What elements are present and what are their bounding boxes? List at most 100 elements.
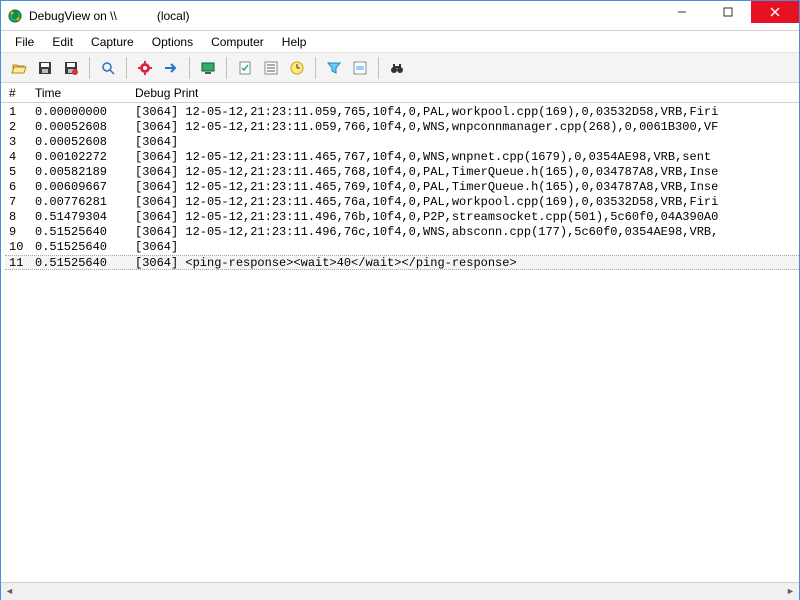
toolbar bbox=[1, 53, 799, 83]
row-time: 0.00102272 bbox=[35, 150, 135, 165]
row-debug: [3064] <ping-response><wait>40</wait></p… bbox=[135, 256, 799, 269]
scroll-left-button[interactable]: ◄ bbox=[1, 583, 18, 600]
row-debug: [3064] 12-05-12,21:23:11.496,76c,10f4,0,… bbox=[135, 225, 799, 240]
row-time: 0.51479304 bbox=[35, 210, 135, 225]
row-time: 0.00052608 bbox=[35, 120, 135, 135]
row-number: 9 bbox=[5, 225, 35, 240]
column-header-debug[interactable]: Debug Print bbox=[135, 86, 799, 100]
row-number: 7 bbox=[5, 195, 35, 210]
row-time: 0.51525640 bbox=[35, 240, 135, 255]
row-time: 0.00609667 bbox=[35, 180, 135, 195]
row-debug: [3064] 12-05-12,21:23:11.465,767,10f4,0,… bbox=[135, 150, 799, 165]
toolbar-separator bbox=[378, 57, 379, 79]
list-icon bbox=[263, 60, 279, 76]
funnel-icon bbox=[326, 60, 342, 76]
column-header-number[interactable]: # bbox=[5, 86, 35, 100]
maximize-button[interactable] bbox=[705, 1, 751, 23]
computer-icon bbox=[200, 60, 216, 76]
table-row[interactable]: 30.00052608[3064] bbox=[5, 135, 799, 150]
table-row[interactable]: 70.00776281[3064] 12-05-12,21:23:11.465,… bbox=[5, 195, 799, 210]
title-bar: DebugView on \\ (local) bbox=[1, 1, 799, 31]
table-row[interactable]: 80.51479304[3064] 12-05-12,21:23:11.496,… bbox=[5, 210, 799, 225]
capture-kernel-button[interactable] bbox=[133, 56, 157, 80]
row-number: 5 bbox=[5, 165, 35, 180]
row-debug: [3064] 12-05-12,21:23:11.465,76a,10f4,0,… bbox=[135, 195, 799, 210]
row-number: 3 bbox=[5, 135, 35, 150]
passthrough-button[interactable] bbox=[159, 56, 183, 80]
scroll-right-button[interactable]: ► bbox=[782, 583, 799, 600]
row-debug: [3064] 12-05-12,21:23:11.465,768,10f4,0,… bbox=[135, 165, 799, 180]
row-debug: [3064] bbox=[135, 240, 799, 255]
table-row[interactable]: 50.00582189[3064] 12-05-12,21:23:11.465,… bbox=[5, 165, 799, 180]
menu-capture[interactable]: Capture bbox=[83, 33, 142, 51]
filter-button[interactable] bbox=[322, 56, 346, 80]
table-row[interactable]: 100.51525640[3064] bbox=[5, 240, 799, 255]
row-time: 0.00582189 bbox=[35, 165, 135, 180]
column-header-time[interactable]: Time bbox=[35, 86, 135, 100]
toolbar-separator bbox=[89, 57, 90, 79]
table-row[interactable]: 20.00052608[3064] 12-05-12,21:23:11.059,… bbox=[5, 120, 799, 135]
row-debug: [3064] 12-05-12,21:23:11.059,766,10f4,0,… bbox=[135, 120, 799, 135]
row-number: 2 bbox=[5, 120, 35, 135]
table-row[interactable]: 10.00000000[3064] 12-05-12,21:23:11.059,… bbox=[5, 105, 799, 120]
log-list[interactable]: 10.00000000[3064] 12-05-12,21:23:11.059,… bbox=[1, 103, 799, 582]
binoculars-icon bbox=[389, 60, 405, 76]
time-button[interactable] bbox=[285, 56, 309, 80]
row-time: 0.00052608 bbox=[35, 135, 135, 150]
menu-edit[interactable]: Edit bbox=[44, 33, 81, 51]
capture-win32-button[interactable] bbox=[96, 56, 120, 80]
toolbar-separator bbox=[189, 57, 190, 79]
menu-file[interactable]: File bbox=[7, 33, 42, 51]
open-button[interactable] bbox=[7, 56, 31, 80]
window-title-prefix: DebugView on \\ bbox=[29, 9, 117, 23]
row-debug: [3064] 12-05-12,21:23:11.496,76b,10f4,0,… bbox=[135, 210, 799, 225]
arrow-right-icon bbox=[163, 60, 179, 76]
menu-options[interactable]: Options bbox=[144, 33, 201, 51]
row-number: 8 bbox=[5, 210, 35, 225]
highlight-icon bbox=[352, 60, 368, 76]
table-row[interactable]: 90.51525640[3064] 12-05-12,21:23:11.496,… bbox=[5, 225, 799, 240]
floppy-icon bbox=[37, 60, 53, 76]
save-button[interactable] bbox=[33, 56, 57, 80]
clear-button[interactable] bbox=[233, 56, 257, 80]
minimize-button[interactable] bbox=[659, 1, 705, 23]
list-header: # Time Debug Print bbox=[1, 83, 799, 103]
table-row[interactable]: 110.51525640[3064] <ping-response><wait>… bbox=[5, 255, 799, 270]
row-debug: [3064] bbox=[135, 135, 799, 150]
table-row[interactable]: 60.00609667[3064] 12-05-12,21:23:11.465,… bbox=[5, 180, 799, 195]
toolbar-separator bbox=[126, 57, 127, 79]
table-row[interactable]: 40.00102272[3064] 12-05-12,21:23:11.465,… bbox=[5, 150, 799, 165]
document-check-icon bbox=[237, 60, 253, 76]
row-debug: [3064] 12-05-12,21:23:11.465,769,10f4,0,… bbox=[135, 180, 799, 195]
row-number: 6 bbox=[5, 180, 35, 195]
close-button[interactable] bbox=[751, 1, 799, 23]
toolbar-separator bbox=[315, 57, 316, 79]
floppy-red-icon bbox=[63, 60, 79, 76]
highlight-button[interactable] bbox=[348, 56, 372, 80]
row-time: 0.51525640 bbox=[35, 225, 135, 240]
row-number: 10 bbox=[5, 240, 35, 255]
folder-open-icon bbox=[11, 60, 27, 76]
gear-red-icon bbox=[137, 60, 153, 76]
menu-computer[interactable]: Computer bbox=[203, 33, 272, 51]
row-number: 4 bbox=[5, 150, 35, 165]
menu-bar: File Edit Capture Options Computer Help bbox=[1, 31, 799, 53]
window-title-suffix: (local) bbox=[157, 9, 190, 23]
autoscroll-button[interactable] bbox=[259, 56, 283, 80]
row-time: 0.51525640 bbox=[35, 256, 135, 269]
row-time: 0.00776281 bbox=[35, 195, 135, 210]
scroll-track[interactable] bbox=[18, 583, 782, 600]
horizontal-scrollbar[interactable]: ◄ ► bbox=[1, 582, 799, 599]
magnifier-icon bbox=[100, 60, 116, 76]
row-time: 0.00000000 bbox=[35, 105, 135, 120]
find-button[interactable] bbox=[385, 56, 409, 80]
log-to-file-button[interactable] bbox=[59, 56, 83, 80]
menu-help[interactable]: Help bbox=[274, 33, 315, 51]
row-number: 1 bbox=[5, 105, 35, 120]
toolbar-separator bbox=[226, 57, 227, 79]
app-icon bbox=[7, 8, 23, 24]
connect-button[interactable] bbox=[196, 56, 220, 80]
row-debug: [3064] 12-05-12,21:23:11.059,765,10f4,0,… bbox=[135, 105, 799, 120]
row-number: 11 bbox=[5, 256, 35, 269]
clock-icon bbox=[289, 60, 305, 76]
